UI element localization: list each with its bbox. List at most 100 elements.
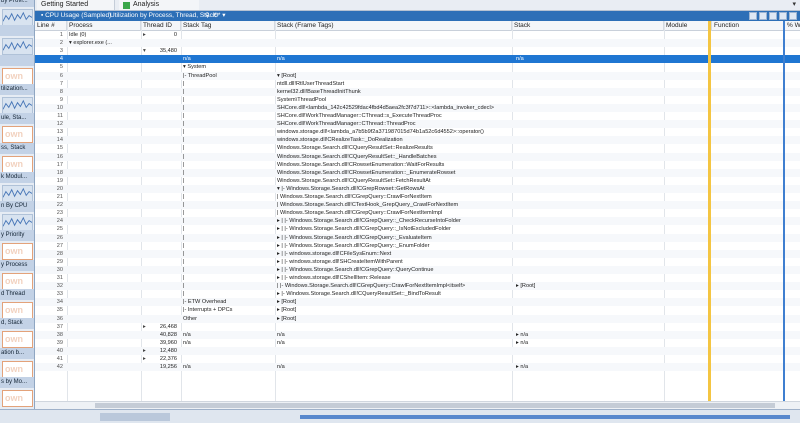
table-row[interactable]: 20 | ▾ |- Windows.Storage.Search.dll!CGre… bbox=[35, 184, 800, 193]
cell-line-number: 36 bbox=[56, 315, 63, 322]
table-row[interactable]: 18 | Windows.Storage.Search.dll!CRowsetEn… bbox=[35, 168, 800, 177]
table-row[interactable]: 42 19,256 n/a n/a ▸ n/a 0.01 bbox=[35, 363, 800, 372]
cell-stack bbox=[512, 217, 662, 225]
table-row[interactable]: 15 | Windows.Storage.Search.dll!CQueryRes… bbox=[35, 144, 800, 152]
view-table-icon[interactable] bbox=[759, 12, 767, 20]
table-row[interactable]: 5 ▾ System 1.72 bbox=[35, 63, 800, 71]
table-row[interactable]: 8 | kernel32.dll!BaseThreadInitThunk 1.54 bbox=[35, 87, 800, 96]
cell-process bbox=[67, 80, 139, 88]
table-row[interactable]: 41 ▸ 22,376 0.01 bbox=[35, 355, 800, 363]
cell-stack-frame-tags: ▸ [Root] bbox=[277, 307, 297, 314]
table-row[interactable]: 37 ▸ 26,468 0.36 bbox=[35, 323, 800, 331]
cell-weight: 0.09 bbox=[787, 242, 800, 250]
cell-stack-frame-tags bbox=[275, 355, 510, 363]
expand-arrow-icon[interactable]: ▸ bbox=[143, 31, 146, 39]
cell-line-number: 41 bbox=[56, 356, 63, 362]
cell-line-number: 1 bbox=[59, 32, 63, 38]
column-thread-id[interactable]: Thread ID bbox=[141, 21, 181, 31]
table-row[interactable]: 19 | Windows.Storage.Search.dll!CQueryRes… bbox=[35, 177, 800, 185]
cell-weight: 0.00 bbox=[787, 266, 800, 274]
table-row[interactable]: 34 |- ETW Overhead ▸ [Root] 0.18 bbox=[35, 298, 800, 307]
horizontal-scrollbar[interactable] bbox=[35, 401, 800, 409]
cell-module bbox=[664, 185, 708, 193]
column-line[interactable]: Line # bbox=[35, 21, 67, 31]
gear-icon[interactable]: ⚙ bbox=[213, 11, 219, 21]
cell-weight: 0.01 bbox=[787, 355, 800, 363]
cell-stack-frame-tags: ntdll.dll!RtlUserThreadStart bbox=[277, 80, 345, 87]
table-row[interactable]: 36 Other ▸ [Root] 0.00 bbox=[35, 314, 800, 323]
table-row[interactable]: 26 | ▸ | |- Windows.Storage.Search.dll!CG… bbox=[35, 233, 800, 242]
maximize-icon[interactable] bbox=[779, 12, 787, 20]
cell-line-number: 31 bbox=[56, 275, 63, 281]
table-row[interactable]: 35 |- Interrupts + DPCs ▸ [Root] 0.00 bbox=[35, 306, 800, 314]
table-row[interactable]: 2 ▾ explorer.exe (... 8.78 bbox=[35, 39, 800, 48]
expand-arrow-icon[interactable]: ▸ bbox=[143, 347, 146, 355]
column-stack[interactable]: Stack bbox=[512, 21, 664, 31]
graph-thumbnail-preview bbox=[2, 38, 33, 56]
table-row[interactable]: 7 | ntdll.dll!RtlUserThreadStart 1.54 bbox=[35, 80, 800, 88]
table-row[interactable]: 33 | ▸ |- Windows.Storage.Search.dll!CQue… bbox=[35, 290, 800, 298]
table-row[interactable]: 12 | SHCore.dll!WorkThreadManager::CThrea… bbox=[35, 120, 800, 129]
graph-thumbnail[interactable]: s by Mo... own bbox=[0, 376, 34, 411]
table-row[interactable]: 32 | | |- Windows.Storage.Search.dll!CGr… bbox=[35, 282, 800, 291]
table-row[interactable]: 21 | | Windows.Storage.Search.dll!CGrepQ… bbox=[35, 193, 800, 201]
table-row[interactable]: 25 | ▸ | |- Windows.Storage.Search.dll!CG… bbox=[35, 225, 800, 233]
table-row[interactable]: 17 | Windows.Storage.Search.dll!CRowsetEn… bbox=[35, 161, 800, 169]
table-row[interactable]: 30 | ▸ | |- Windows.Storage.Search.dll!CG… bbox=[35, 265, 800, 274]
blue-divider-bar[interactable] bbox=[783, 21, 785, 401]
cell-function bbox=[712, 55, 780, 63]
cell-weight: 0.00 bbox=[787, 315, 800, 323]
cell-module bbox=[664, 274, 708, 282]
column-weight[interactable]: % Weight bbox=[785, 21, 800, 31]
cell-process bbox=[67, 250, 139, 258]
table-row[interactable]: 3 ▾ 35,480 8.14 bbox=[35, 47, 800, 55]
table-row[interactable]: 6 |- ThreadPool ▾ [Root] 1.54 bbox=[35, 71, 800, 80]
column-stack-tag[interactable]: Stack Tag bbox=[181, 21, 275, 31]
table-row[interactable]: 10 | SHCore.dll!<lambda_142c42529fdac4fbd… bbox=[35, 103, 800, 112]
cell-thread-id bbox=[141, 315, 179, 323]
close-icon[interactable] bbox=[789, 12, 797, 20]
expand-arrow-icon[interactable]: ▾ bbox=[143, 47, 146, 55]
view-graph-icon[interactable] bbox=[769, 12, 777, 20]
column-function[interactable]: Function bbox=[712, 21, 785, 31]
cell-weight: 1.54 bbox=[787, 153, 800, 161]
cell-stack-tag: | bbox=[183, 210, 185, 217]
cell-weight: 1.54 bbox=[787, 209, 800, 217]
table-row[interactable]: 23 | | Windows.Storage.Search.dll!CGrepQ… bbox=[35, 209, 800, 217]
table-row[interactable]: 40 ▸ 12,480 0.03 bbox=[35, 346, 800, 355]
cell-function bbox=[712, 136, 780, 144]
table-column-header: Line # Process Thread ID Stack Tag Stack… bbox=[35, 21, 800, 31]
search-icon[interactable]: ⚲ bbox=[205, 11, 210, 21]
cell-thread-id bbox=[141, 266, 179, 274]
scrollbar-thumb[interactable] bbox=[95, 403, 775, 408]
expand-arrow-icon[interactable]: ▸ bbox=[143, 355, 146, 363]
table-row[interactable]: 16 | Windows.Storage.Search.dll!CQueryRes… bbox=[35, 152, 800, 161]
view-graph-table-icon[interactable] bbox=[749, 12, 757, 20]
cell-module bbox=[664, 266, 708, 274]
column-module[interactable]: Module bbox=[664, 21, 712, 31]
table-row[interactable]: 31 | ▸ | |- windows.storage.dll!CShellIte… bbox=[35, 274, 800, 282]
table-row[interactable]: 22 | | Windows.Storage.Search.dll!CTextH… bbox=[35, 201, 800, 210]
table-row[interactable]: 9 | System\ThreadPool 1.54 bbox=[35, 96, 800, 104]
table-row[interactable]: 38 40,828 n/a n/a ▸ n/a 0.09 bbox=[35, 330, 800, 339]
expand-arrow-icon[interactable]: ▸ bbox=[143, 323, 146, 331]
table-row[interactable]: 14 | windows.storage.dll!CRealizeTask::_D… bbox=[35, 136, 800, 145]
table-row[interactable]: 11 | SHCore.dll!WorkThreadManager::CThrea… bbox=[35, 112, 800, 120]
yellow-divider-bar[interactable] bbox=[708, 21, 711, 401]
table-row[interactable]: 4 n/a n/a n/a 6.41 bbox=[35, 55, 800, 64]
table-row[interactable]: 24 | ▸ | |- Windows.Storage.Search.dll!CG… bbox=[35, 217, 800, 226]
column-stack-frame-tags[interactable]: Stack (Frame Tags) bbox=[275, 21, 512, 31]
table-row[interactable]: 13 | windows.storage.dll!<lambda_a7b5b9f2… bbox=[35, 128, 800, 136]
cell-function bbox=[712, 72, 780, 80]
tab-menu-arrow-icon[interactable]: ▾ bbox=[792, 0, 796, 10]
table-row[interactable]: 28 | ▸ | |- windows.storage.dll!CFileSysE… bbox=[35, 249, 800, 258]
panel-title[interactable]: ▪ CPU Usage (Sampled) bbox=[41, 11, 111, 21]
column-process[interactable]: Process bbox=[67, 21, 141, 31]
table-row[interactable]: 27 | ▸ | |- Windows.Storage.Search.dll!CG… bbox=[35, 242, 800, 250]
tab-analysis[interactable]: Analysis bbox=[119, 0, 199, 10]
table-row[interactable]: 1Idle (0)▸082.97 bbox=[35, 31, 800, 39]
tab-getting-started[interactable]: Getting Started bbox=[37, 0, 115, 10]
table-row[interactable]: 39 39,960 n/a n/a ▸ n/a 0.05 bbox=[35, 339, 800, 347]
table-row[interactable]: 29 | ▸ | |- windows.storage.dll!SHCreateI… bbox=[35, 258, 800, 266]
cell-module bbox=[664, 306, 708, 314]
